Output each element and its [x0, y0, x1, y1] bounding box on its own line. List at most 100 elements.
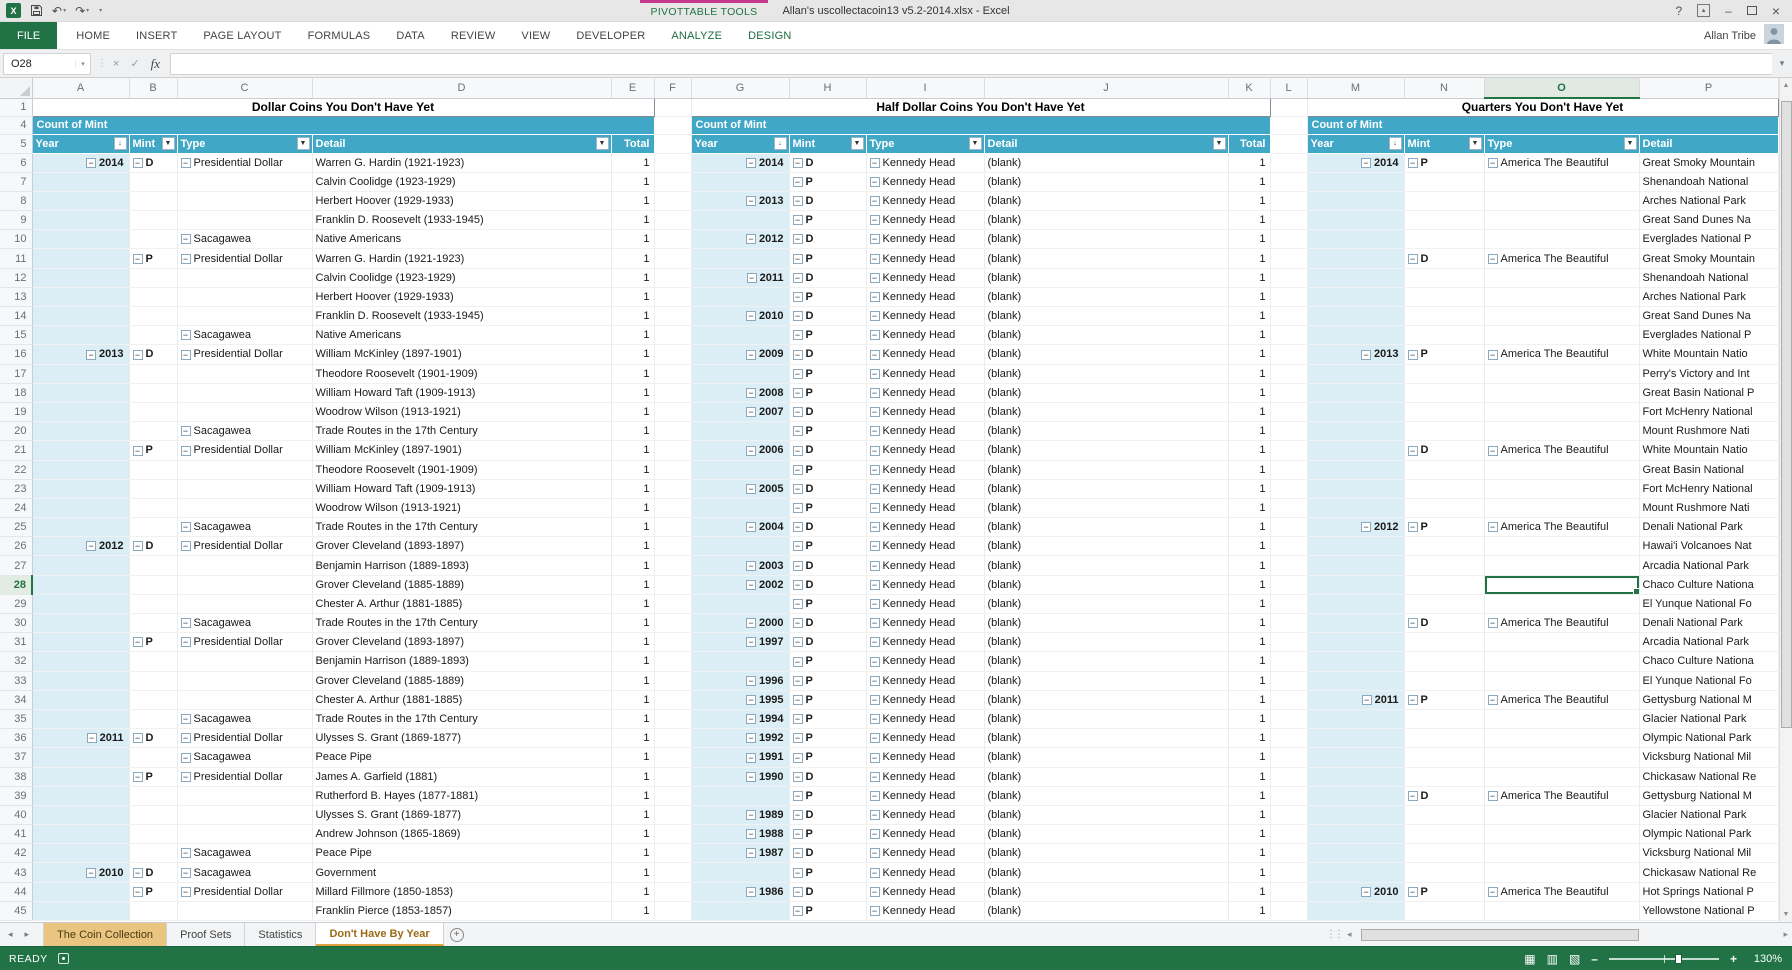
cell-A20[interactable]	[32, 422, 129, 441]
cell-F6[interactable]	[654, 153, 691, 172]
cell-N29[interactable]	[1404, 594, 1484, 613]
tab-developer[interactable]: DEVELOPER	[563, 22, 658, 49]
cell-L32[interactable]	[1270, 652, 1307, 671]
collapse-button[interactable]: −	[793, 676, 803, 686]
cell-P29[interactable]: El Yunque National Fo	[1639, 594, 1778, 613]
cell-L7[interactable]	[1270, 172, 1307, 191]
cell-H17[interactable]: −P	[789, 364, 866, 383]
cell-A10[interactable]	[32, 230, 129, 249]
cell-I13[interactable]: −Kennedy Head	[866, 287, 984, 306]
cell-K11[interactable]: 1	[1228, 249, 1270, 268]
cell-F17[interactable]	[654, 364, 691, 383]
cell-M35[interactable]	[1307, 709, 1404, 728]
cell-H26[interactable]: −P	[789, 537, 866, 556]
cell-L24[interactable]	[1270, 498, 1307, 517]
cell-D31[interactable]: Grover Cleveland (1893-1897)	[312, 633, 611, 652]
cell-K6[interactable]: 1	[1228, 153, 1270, 172]
collapse-button[interactable]: −	[793, 426, 803, 436]
collapse-button[interactable]: −	[870, 695, 880, 705]
collapse-button[interactable]: −	[746, 848, 756, 858]
collapse-button[interactable]: −	[181, 158, 191, 168]
zoom-level[interactable]: 130%	[1748, 953, 1782, 965]
cell-F18[interactable]	[654, 383, 691, 402]
collapse-button[interactable]: −	[746, 158, 756, 168]
half-mint-header[interactable]: Mint▼	[789, 134, 866, 153]
cell-P17[interactable]: Perry's Victory and Int	[1639, 364, 1778, 383]
cell-G38[interactable]: −1990	[691, 767, 789, 786]
collapse-button[interactable]: −	[181, 618, 191, 628]
cell-O40[interactable]	[1484, 805, 1639, 824]
cell-B9[interactable]	[129, 211, 177, 230]
cell-M28[interactable]	[1307, 575, 1404, 594]
row-header-35[interactable]: 35	[0, 709, 32, 728]
cell-F22[interactable]	[654, 460, 691, 479]
cell-D32[interactable]: Benjamin Harrison (1889-1893)	[312, 652, 611, 671]
cell-C25[interactable]: −Sacagawea	[177, 518, 312, 537]
cell-P41[interactable]: Olympic National Park	[1639, 825, 1778, 844]
cell-A36[interactable]: −2011	[32, 729, 129, 748]
collapse-button[interactable]: −	[181, 330, 191, 340]
cell-G29[interactable]	[691, 594, 789, 613]
cell-I27[interactable]: −Kennedy Head	[866, 556, 984, 575]
collapse-button[interactable]: −	[793, 330, 803, 340]
cell-D19[interactable]: Woodrow Wilson (1913-1921)	[312, 402, 611, 421]
collapse-button[interactable]: −	[86, 158, 96, 168]
cell-I31[interactable]: −Kennedy Head	[866, 633, 984, 652]
zoom-slider-thumb[interactable]	[1675, 954, 1682, 964]
cell-G6[interactable]: −2014	[691, 153, 789, 172]
collapse-button[interactable]: −	[793, 733, 803, 743]
cell-E32[interactable]: 1	[611, 652, 654, 671]
collapse-button[interactable]: −	[793, 791, 803, 801]
collapse-button[interactable]: −	[746, 829, 756, 839]
collapse-button[interactable]: −	[746, 637, 756, 647]
cell-A33[interactable]	[32, 671, 129, 690]
cell-D34[interactable]: Chester A. Arthur (1881-1885)	[312, 690, 611, 709]
collapse-button[interactable]: −	[870, 637, 880, 647]
column-header-C[interactable]: C	[177, 78, 312, 98]
collapse-button[interactable]: −	[746, 407, 756, 417]
cell-D22[interactable]: Theodore Roosevelt (1901-1909)	[312, 460, 611, 479]
cell-E26[interactable]: 1	[611, 537, 654, 556]
cell-J16[interactable]: (blank)	[984, 345, 1228, 364]
cell-H40[interactable]: −D	[789, 805, 866, 824]
row-header-21[interactable]: 21	[0, 441, 32, 460]
cell-K20[interactable]: 1	[1228, 422, 1270, 441]
cell-O11[interactable]: −America The Beautiful	[1484, 249, 1639, 268]
cell-N27[interactable]	[1404, 556, 1484, 575]
cell-K33[interactable]: 1	[1228, 671, 1270, 690]
cell-C35[interactable]: −Sacagawea	[177, 709, 312, 728]
collapse-button[interactable]: −	[747, 273, 757, 283]
cell-O12[interactable]	[1484, 268, 1639, 287]
cell-L21[interactable]	[1270, 441, 1307, 460]
cell-M40[interactable]	[1307, 805, 1404, 824]
cell-D36[interactable]: Ulysses S. Grant (1869-1877)	[312, 729, 611, 748]
cell-P7[interactable]: Shenandoah National	[1639, 172, 1778, 191]
vscroll-up-icon[interactable]: ▲	[1780, 78, 1792, 93]
row-header-28[interactable]: 28	[0, 575, 32, 594]
cell-J9[interactable]: (blank)	[984, 211, 1228, 230]
cell-I21[interactable]: −Kennedy Head	[866, 441, 984, 460]
cell-F21[interactable]	[654, 441, 691, 460]
cell-P12[interactable]: Shenandoah National	[1639, 268, 1778, 287]
cell-F40[interactable]	[654, 805, 691, 824]
cell-H21[interactable]: −D	[789, 441, 866, 460]
cell-B43[interactable]: −D	[129, 863, 177, 882]
cell-L43[interactable]	[1270, 863, 1307, 882]
collapse-button[interactable]: −	[793, 484, 803, 494]
half-total-header[interactable]: Total	[1228, 134, 1270, 153]
cell-E43[interactable]: 1	[611, 863, 654, 882]
cell-K32[interactable]: 1	[1228, 652, 1270, 671]
collapse-button[interactable]: −	[133, 446, 143, 456]
cell-H12[interactable]: −D	[789, 268, 866, 287]
cell-H6[interactable]: −D	[789, 153, 866, 172]
cell-B42[interactable]	[129, 844, 177, 863]
cell-A25[interactable]	[32, 518, 129, 537]
cell-L25[interactable]	[1270, 518, 1307, 537]
cell-B40[interactable]	[129, 805, 177, 824]
cell-C26[interactable]: −Presidential Dollar	[177, 537, 312, 556]
collapse-button[interactable]: −	[746, 887, 756, 897]
cell-N41[interactable]	[1404, 825, 1484, 844]
row-header-5[interactable]: 5	[0, 134, 32, 153]
cell-C28[interactable]	[177, 575, 312, 594]
collapse-button[interactable]: −	[746, 772, 756, 782]
